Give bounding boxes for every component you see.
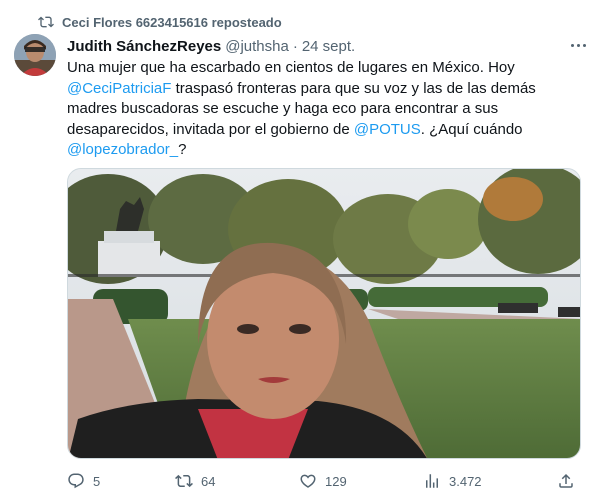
text-line-4: desaparecidos, invitada por el gobierno …: [67, 120, 567, 141]
heart-icon: [300, 474, 316, 488]
tweet-date[interactable]: 24 sept.: [302, 38, 355, 55]
reply-count: 5: [93, 473, 101, 489]
mention-ceci[interactable]: @CeciPatriciaF: [67, 80, 171, 97]
text-line-4-start: desaparecidos, invitada por el gobierno …: [67, 120, 354, 138]
tweet-actions: 5 64 129 3.472: [67, 470, 581, 492]
repost-button[interactable]: 64: [175, 470, 215, 492]
repost-text: Ceci Flores 6623415616 reposteado: [62, 14, 282, 30]
tweet-photo[interactable]: [67, 168, 581, 459]
mention-potus[interactable]: @POTUS: [354, 121, 421, 138]
views-button[interactable]: 3.472: [423, 470, 482, 492]
repost-icon: [38, 16, 54, 28]
reply-icon: [68, 473, 84, 489]
text-line-5: @lopezobrador_?: [67, 140, 567, 161]
author-handle[interactable]: @juthsha: [225, 38, 289, 55]
text-line-5-tail: ?: [178, 141, 187, 158]
repost-header[interactable]: Ceci Flores 6623415616 reposteado: [38, 12, 282, 32]
like-button[interactable]: 129: [299, 470, 347, 492]
views-icon: [426, 474, 438, 488]
share-icon: [559, 473, 573, 488]
repost-count: 64: [201, 473, 216, 489]
tweet-header: Judith SánchezReyes @juthsha · 24 sept.: [67, 36, 587, 56]
reply-button[interactable]: 5: [67, 470, 100, 492]
like-count: 129: [325, 473, 347, 489]
text-line-4-tail: . ¿Aquí cuándo: [420, 120, 523, 138]
text-line-2-rest: traspasó fronteras para que su voz y las…: [171, 79, 536, 97]
author-name[interactable]: Judith SánchezReyes: [67, 38, 221, 55]
share-button[interactable]: [557, 470, 575, 492]
avatar[interactable]: [14, 34, 56, 76]
tweet-text: Una mujer que ha escarbado en cientos de…: [67, 58, 567, 161]
separator: ·: [292, 37, 298, 55]
views-count: 3.472: [449, 473, 482, 489]
more-icon[interactable]: [567, 36, 589, 54]
mention-lopezobrador[interactable]: @lopezobrador_: [67, 141, 178, 158]
text-line-3: madres buscadoras se escuche y haga eco …: [67, 100, 499, 117]
text-line-1: Una mujer que ha escarbado en cientos de…: [67, 59, 515, 76]
text-line-2: @CeciPatriciaF traspasó fronteras para q…: [67, 79, 567, 100]
repost-icon: [175, 474, 193, 488]
